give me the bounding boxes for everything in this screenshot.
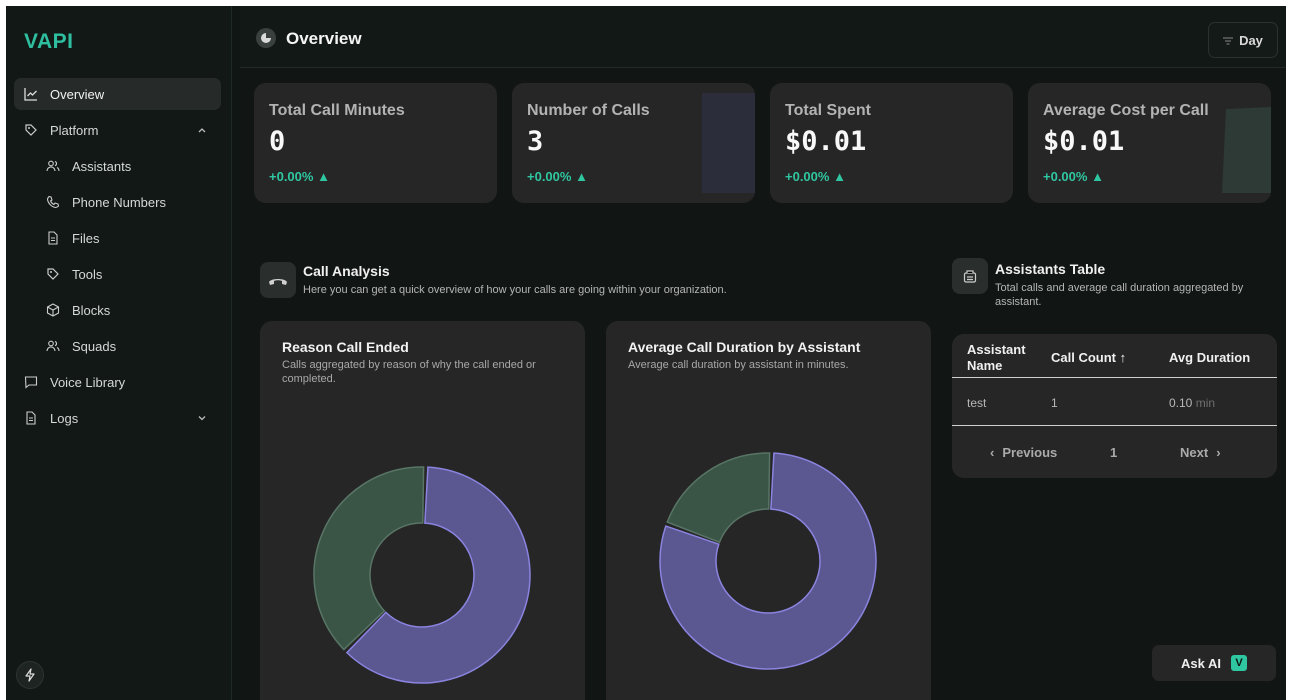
page-number: 1 <box>1110 445 1118 460</box>
users-icon <box>46 159 60 173</box>
row-divider <box>952 425 1277 426</box>
sidebar-item-label: Blocks <box>72 302 111 318</box>
stat-label: Average Cost per Call <box>1043 102 1209 119</box>
time-range-label: Day <box>1239 32 1263 48</box>
users-icon <box>46 339 60 353</box>
assistants-table: Assistant Name Call Count ↑ Avg Duration… <box>952 334 1277 478</box>
sidebar-item-files[interactable]: Files <box>14 222 221 254</box>
file-icon <box>24 411 38 425</box>
stat-label: Total Spent <box>785 102 871 119</box>
sidebar-item-label: Voice Library <box>50 374 126 390</box>
pie-chart-icon <box>256 28 276 48</box>
section-title: Assistants Table <box>995 261 1106 277</box>
app-logo[interactable]: VAPI <box>24 30 73 54</box>
chevron-down-icon[interactable] <box>195 411 209 425</box>
sidebar-item-overview[interactable]: Overview <box>14 78 221 110</box>
chevron-up-icon[interactable] <box>195 123 209 137</box>
section-subtitle: Here you can get a quick overview of how… <box>303 284 727 296</box>
sidebar-item-label: Logs <box>50 410 79 426</box>
sidebar-item-phone-numbers[interactable]: Phone Numbers <box>14 186 221 218</box>
bolt-icon[interactable] <box>16 661 44 689</box>
sparkline-decoration <box>1222 107 1271 193</box>
chart-panel-average-call-duration: Average Call Duration by Assistant Avera… <box>606 321 931 700</box>
column-header-call-count[interactable]: Call Count ↑ <box>1051 350 1126 366</box>
phone-icon <box>46 195 60 209</box>
stat-card-total-spent: Total Spent $0.01 +0.00% ▲ <box>770 83 1013 203</box>
phone-handset-icon <box>260 262 296 298</box>
sparkline-decoration <box>702 93 755 193</box>
section-subtitle: Total calls and average call duration ag… <box>995 282 1244 308</box>
sidebar-item-tools[interactable]: Tools <box>14 258 221 290</box>
tag-icon <box>46 267 60 281</box>
stat-card-number-of-calls: Number of Calls 3 +0.00% ▲ <box>512 83 755 203</box>
sidebar-nav: Overview Platform Assistants Phone Numbe… <box>14 78 221 438</box>
stat-delta: +0.00% ▲ <box>785 169 846 184</box>
file-icon <box>46 231 60 245</box>
stat-value: $0.01 <box>785 126 867 157</box>
section-title: Call Analysis <box>303 263 390 279</box>
ask-ai-button[interactable]: Ask AI V <box>1152 645 1276 681</box>
stat-label: Number of Calls <box>527 102 650 119</box>
app-window: VAPI Overview Platform Assistants Phone … <box>6 6 1286 700</box>
next-page-button[interactable]: Next › <box>1180 445 1221 460</box>
stat-value: $0.01 <box>1043 126 1125 157</box>
header-divider <box>952 377 1277 378</box>
donut-chart-reason-call-ended <box>313 466 531 684</box>
donut-chart-average-call-duration <box>659 452 877 670</box>
sidebar-item-platform[interactable]: Platform <box>14 114 221 146</box>
stat-value: 0 <box>269 126 286 157</box>
stat-delta: +0.00% ▲ <box>527 169 588 184</box>
sidebar-item-label: Squads <box>72 338 117 354</box>
cell-call-count: 1 <box>1051 396 1058 410</box>
donut-slice-1[interactable] <box>313 466 425 651</box>
time-range-button[interactable]: Day <box>1208 22 1278 58</box>
main-content: Overview Day Total Call Minutes 0 +0.00%… <box>240 6 1286 700</box>
sidebar-item-label: Assistants <box>72 158 132 174</box>
sidebar: VAPI Overview Platform Assistants Phone … <box>6 6 232 700</box>
column-header-avg-duration[interactable]: Avg Duration <box>1169 350 1250 366</box>
tag-icon <box>24 123 38 137</box>
sidebar-item-label: Overview <box>50 86 105 102</box>
sidebar-item-label: Files <box>72 230 100 246</box>
top-bar: Overview Day <box>240 6 1286 68</box>
vapi-logo-icon: V <box>1230 655 1247 671</box>
cell-assistant-name: test <box>967 396 987 410</box>
stat-delta: +0.00% ▲ <box>1043 169 1104 184</box>
stat-card-average-cost-per-call: Average Cost per Call $0.01 +0.00% ▲ <box>1028 83 1271 203</box>
column-header-assistant-name[interactable]: Assistant Name <box>967 342 1037 374</box>
chart-panel-reason-call-ended: Reason Call Ended Calls aggregated by re… <box>260 321 585 700</box>
filter-icon <box>1223 33 1234 48</box>
message-icon <box>24 375 38 389</box>
page-title: Overview <box>286 29 362 48</box>
sidebar-item-blocks[interactable]: Blocks <box>14 294 221 326</box>
previous-page-button[interactable]: ‹ Previous <box>990 445 1057 460</box>
sidebar-item-squads[interactable]: Squads <box>14 330 221 362</box>
ask-ai-label: Ask AI <box>1181 655 1221 671</box>
stat-label: Total Call Minutes <box>269 102 405 119</box>
stat-value: 3 <box>527 126 544 157</box>
sidebar-item-logs[interactable]: Logs <box>14 402 221 434</box>
cell-avg-duration: 0.10 min <box>1169 396 1216 410</box>
stat-delta: +0.00% ▲ <box>269 169 330 184</box>
sidebar-item-assistants[interactable]: Assistants <box>14 150 221 182</box>
cube-icon <box>46 303 60 317</box>
sidebar-item-voice-library[interactable]: Voice Library <box>14 366 221 398</box>
sidebar-item-label: Phone Numbers <box>72 194 166 210</box>
stat-card-total-call-minutes: Total Call Minutes 0 +0.00% ▲ <box>254 83 497 203</box>
donut-slice-1[interactable] <box>666 452 771 544</box>
chart-line-icon <box>24 87 38 101</box>
sidebar-item-label: Platform <box>50 122 99 138</box>
assistant-icon <box>952 258 988 294</box>
sidebar-item-label: Tools <box>72 266 103 282</box>
